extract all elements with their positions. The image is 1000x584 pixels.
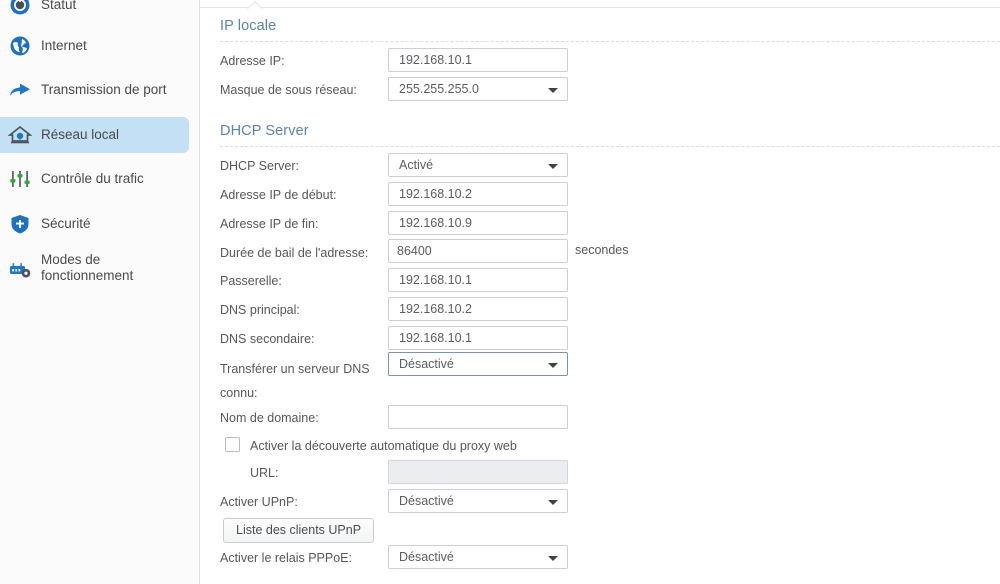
section-title-ip-locale: IP locale [220,18,277,34]
sidebar-item-reseau-local[interactable]: Réseau local [0,117,189,153]
sidebar-item-transmission-de-port[interactable]: Transmission de port [0,72,189,108]
sidebar-item-internet[interactable]: Internet [0,28,189,64]
status-icon [8,0,32,17]
label-transferer-serveur-dns-connu: Transférer un serveur DNS connu: [220,362,370,400]
input-adresse-ip-fin[interactable]: 192.168.10.9 [388,211,568,235]
select-dhcp-server[interactable]: Activé [388,153,568,177]
panel-top-divider [200,7,1000,8]
chevron-down-icon [548,500,558,505]
select-activer-relais-pppoe[interactable]: Désactivé [388,545,568,569]
checkbox-activer-decouverte-proxy-web[interactable] [225,437,240,452]
section-title-dhcp-server: DHCP Server [220,123,309,139]
input-url[interactable] [388,460,568,484]
label-dns-principal: DNS principal: [220,303,300,317]
sidebar-item-label: Réseau local [41,127,120,142]
chevron-down-icon [548,164,558,169]
label-masque-sous-reseau: Masque de sous réseau: [220,83,357,97]
unit-secondes: secondes [575,243,629,257]
sidebar-item-label: Contrôle du trafic [41,171,144,186]
input-adresse-ip-debut[interactable]: 192.168.10.2 [388,182,568,206]
select-transferer-serveur-dns-connu[interactable]: Désactivé [388,352,568,376]
select-activer-upnp[interactable]: Désactivé [388,489,568,513]
home-icon [8,123,32,147]
liste-clients-upnp-button[interactable]: Liste des clients UPnP [223,518,375,543]
sidebar-item-modes-de-fonctionnement[interactable]: Modes de fonctionnement [0,248,189,292]
input-passerelle[interactable]: 192.168.10.1 [388,268,568,292]
label-dns-secondaire: DNS secondaire: [220,332,315,346]
router-settings-screen: Statut Internet Transmission de port Rés… [0,0,1000,584]
sliders-icon [8,167,32,191]
sidebar-item-label: Modes de fonctionnement [41,252,134,283]
input-duree-bail-adresse[interactable]: 86400 [388,239,568,263]
section-divider-ip-locale [220,41,1000,42]
section-divider-dhcp-server [220,146,1000,147]
chevron-down-icon [548,88,558,93]
sidebar-item-statut[interactable]: Statut [0,0,189,23]
settings-content-panel: IP locale DHCP Server Adresse IP: 192.16… [200,0,1000,584]
chevron-down-icon [548,556,558,561]
label-adresse-ip-fin: Adresse IP de fin: [220,217,319,231]
label-passerelle: Passerelle: [220,274,282,288]
input-adresse-ip[interactable]: 192.168.10.1 [388,48,568,72]
chevron-down-icon [548,363,558,368]
select-masque-sous-reseau[interactable]: 255.255.255.0 [388,77,568,101]
input-dns-principal[interactable]: 192.168.10.2 [388,297,568,321]
operation-mode-icon [8,257,32,281]
input-nom-de-domaine[interactable] [388,405,568,429]
label-url: URL: [250,466,279,480]
panel-notch-arrow [244,0,266,9]
label-duree-bail-adresse: Durée de bail de l'adresse: [220,246,369,260]
label-activer-upnp: Activer UPnP: [220,495,298,509]
label-activer-decouverte-proxy-web: Activer la découverte automatique du pro… [250,439,517,453]
input-dns-secondaire[interactable]: 192.168.10.1 [388,326,568,350]
sidebar-item-label: Transmission de port [41,82,167,97]
label-adresse-ip: Adresse IP: [220,54,285,68]
label-nom-de-domaine: Nom de domaine: [220,411,319,425]
port-forward-icon [8,78,32,102]
shield-icon [8,212,32,236]
sidebar-item-securite[interactable]: Sécurité [0,206,189,242]
sidebar: Statut Internet Transmission de port Rés… [0,0,200,584]
sidebar-item-label: Sécurité [41,216,91,231]
label-activer-relais-pppoe: Activer le relais PPPoE: [220,551,352,565]
globe-icon [8,34,32,58]
sidebar-item-label: Internet [41,38,87,53]
sidebar-item-controle-du-trafic[interactable]: Contrôle du trafic [0,161,189,197]
label-dhcp-server: DHCP Server: [220,159,299,173]
label-adresse-ip-debut: Adresse IP de début: [220,188,337,202]
sidebar-item-label: Statut [41,0,77,12]
